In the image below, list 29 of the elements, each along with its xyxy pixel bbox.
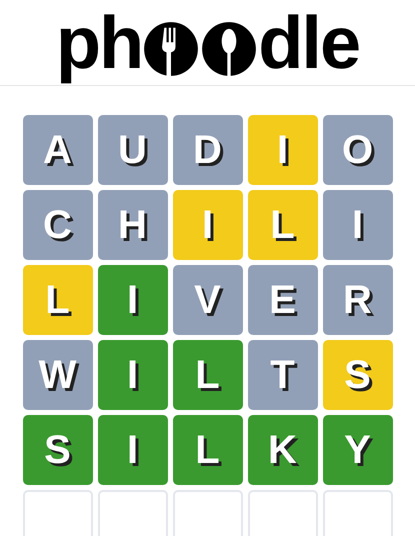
letter-tile: I <box>98 340 168 410</box>
letter-tile: I <box>172 190 242 260</box>
letter-tile: I <box>322 190 392 260</box>
letter-tile: A <box>22 115 92 185</box>
letter-tile: V <box>172 265 242 335</box>
letter-tile: L <box>172 340 242 410</box>
letter-tile: O <box>322 115 392 185</box>
letter-tile: T <box>248 340 318 410</box>
letter-tile: E <box>248 265 318 335</box>
letter-tile: R <box>322 265 392 335</box>
letter-tile: K <box>248 415 318 485</box>
letter-tile: C <box>22 190 92 260</box>
letter-tile: L <box>248 190 318 260</box>
spoon-icon <box>201 21 258 78</box>
letter-tile: I <box>98 415 168 485</box>
letter-tile: U <box>98 115 168 185</box>
fork-icon <box>143 21 200 78</box>
letter-tile: S <box>322 340 392 410</box>
letter-tile: W <box>22 340 92 410</box>
letter-tile: H <box>98 190 168 260</box>
letter-tile: L <box>172 415 242 485</box>
letter-tile: S <box>22 415 92 485</box>
letter-tile: L <box>22 265 92 335</box>
letter-tile: Y <box>322 415 392 485</box>
letter-tile: D <box>172 115 242 185</box>
logo-text: dle <box>258 2 360 84</box>
letter-tile: I <box>248 115 318 185</box>
letter-tile: I <box>98 265 168 335</box>
logo-text: ph <box>56 2 142 84</box>
